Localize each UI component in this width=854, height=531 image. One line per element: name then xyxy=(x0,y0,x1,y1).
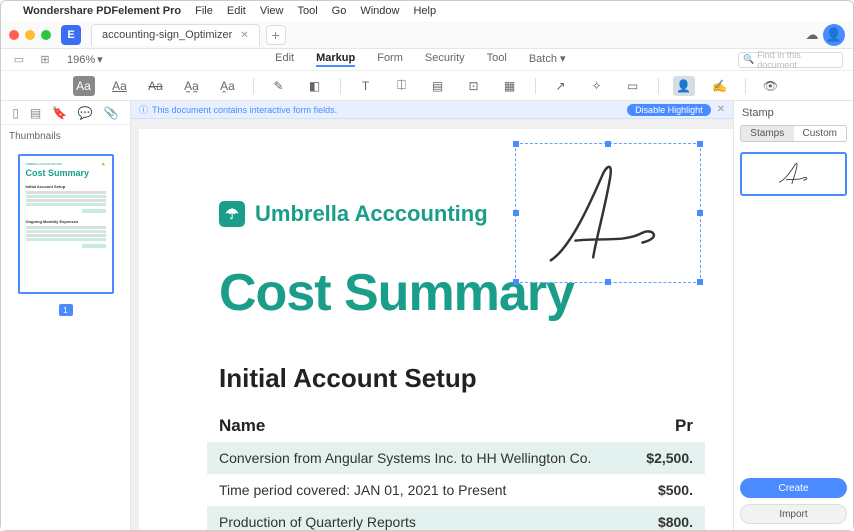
document-tab[interactable]: accounting-sign_Optimizer ✕ xyxy=(91,24,260,46)
signature-tool-icon[interactable]: ✍ xyxy=(709,76,731,96)
text-squiggly-icon[interactable]: A̰a̰ xyxy=(181,76,203,96)
shapes-tool-icon[interactable]: ▭ xyxy=(622,76,644,96)
add-tab-button[interactable]: + xyxy=(266,25,286,45)
annotations-panel-icon[interactable]: 💬 xyxy=(78,106,93,120)
search-input[interactable]: 🔍 Find in this document xyxy=(738,52,843,68)
tab-stamps[interactable]: Stamps xyxy=(741,126,794,141)
hide-annotations-icon[interactable]: 👁 xyxy=(760,76,782,96)
mode-markup[interactable]: Markup xyxy=(316,52,355,67)
cloud-icon[interactable]: ☁ xyxy=(801,24,823,46)
text-underline-icon[interactable]: Aa xyxy=(109,76,131,96)
form-fields-banner: ⓘ This document contains interactive for… xyxy=(131,101,733,119)
arrow-tool-icon[interactable]: ↗ xyxy=(550,76,572,96)
sidebar-toggle-icon[interactable]: ▭ xyxy=(11,53,27,66)
bookmark-panel-icon[interactable]: 🔖 xyxy=(52,106,67,120)
col-price: Pr xyxy=(603,416,693,436)
traffic-lights xyxy=(9,30,51,40)
titlebar: E accounting-sign_Optimizer ✕ + ☁ 👤 xyxy=(1,21,853,49)
section-header: Initial Account Setup xyxy=(219,363,693,394)
disable-highlight-button[interactable]: Disable Highlight xyxy=(627,104,711,116)
mode-edit[interactable]: Edit xyxy=(275,52,294,67)
mode-tool[interactable]: Tool xyxy=(487,52,507,67)
menu-file[interactable]: File xyxy=(195,5,213,17)
table-row: Time period covered: JAN 01, 2021 to Pre… xyxy=(207,474,705,506)
grid-view-icon[interactable]: ⊞ xyxy=(37,53,53,66)
menu-tool[interactable]: Tool xyxy=(297,5,317,17)
textbox-tool-icon[interactable]: T xyxy=(355,76,377,96)
tab-custom[interactable]: Custom xyxy=(794,126,847,141)
attachments-panel-icon[interactable]: 📎 xyxy=(104,106,119,120)
create-button[interactable]: Create xyxy=(740,478,847,498)
info-icon: ⓘ xyxy=(139,103,148,116)
search-placeholder: Find in this document xyxy=(757,50,838,70)
mode-batch[interactable]: Batch ▾ xyxy=(529,52,566,67)
panel-title: Stamp xyxy=(734,101,853,125)
outline-panel-icon[interactable]: ▤ xyxy=(30,106,41,120)
document-viewport[interactable]: ⓘ This document contains interactive for… xyxy=(131,101,733,530)
stamp-category-tabs: Stamps Custom xyxy=(740,125,847,142)
search-icon: 🔍 xyxy=(743,54,754,65)
mode-form[interactable]: Form xyxy=(377,52,403,67)
macos-menubar: Wondershare PDFelement Pro File Edit Vie… xyxy=(1,1,853,21)
user-avatar-icon[interactable]: 👤 xyxy=(823,24,845,46)
left-sidebar: ▯ ▤ 🔖 💬 📎 Thumbnails UMBRELLA ACCOUNTING… xyxy=(1,101,131,530)
toolbar-markup: Aa Aa Aa A̰a̰ A̭a ✎ ◧ T ⎅ ▤ ⊡ ▦ ↗ ✧ ▭ 👤 … xyxy=(1,71,853,101)
toolbar-primary: ▭ ⊞ 196% ▾ Edit Markup Form Security Too… xyxy=(1,49,853,71)
text-caret-icon[interactable]: A̭a xyxy=(217,76,239,96)
pencil-tool-icon[interactable]: ✎ xyxy=(268,76,290,96)
signature-glyph-icon xyxy=(516,144,700,282)
brand-text: Umbrella Acccounting xyxy=(255,201,488,227)
chevron-down-icon: ▾ xyxy=(97,53,103,66)
col-name: Name xyxy=(219,416,603,436)
tab-close-icon[interactable]: ✕ xyxy=(240,30,248,41)
signature-preview-icon xyxy=(763,162,825,186)
page-thumbnail[interactable]: UMBRELLA ACCOUNTING✍ Cost Summary Initia… xyxy=(18,154,114,294)
eraser-tool-icon[interactable]: ◧ xyxy=(304,76,326,96)
table-header: Name Pr xyxy=(219,410,693,442)
zoom-value: 196% xyxy=(67,54,95,66)
callout-tool-icon[interactable]: ⎅ xyxy=(391,76,413,96)
menu-view[interactable]: View xyxy=(260,5,284,17)
menu-edit[interactable]: Edit xyxy=(227,5,246,17)
mode-security[interactable]: Security xyxy=(425,52,465,67)
signature-stamp-selection[interactable] xyxy=(515,143,701,283)
zoom-control[interactable]: 196% ▾ xyxy=(67,53,103,66)
minimize-window-button[interactable] xyxy=(25,30,35,40)
menu-go[interactable]: Go xyxy=(332,5,347,17)
right-sidebar: Stamp Stamps Custom Create Import xyxy=(733,101,853,530)
close-window-button[interactable] xyxy=(9,30,19,40)
stamp-tool-icon[interactable]: 👤 xyxy=(673,76,695,96)
text-callout-icon[interactable]: ⊡ xyxy=(463,76,485,96)
umbrella-icon: ☂ xyxy=(219,201,245,227)
page-number-badge: 1 xyxy=(59,304,73,316)
stamp-preview[interactable] xyxy=(740,152,847,196)
area-highlight-icon[interactable]: ▦ xyxy=(499,76,521,96)
table-row: Conversion from Angular Systems Inc. to … xyxy=(207,442,705,474)
maximize-window-button[interactable] xyxy=(41,30,51,40)
menu-help[interactable]: Help xyxy=(413,5,436,17)
tab-title: accounting-sign_Optimizer xyxy=(102,29,232,41)
menu-window[interactable]: Window xyxy=(360,5,399,17)
banner-close-icon[interactable]: ✕ xyxy=(717,104,725,115)
main-area: ▯ ▤ 🔖 💬 📎 Thumbnails UMBRELLA ACCOUNTING… xyxy=(1,101,853,530)
note-tool-icon[interactable]: ▤ xyxy=(427,76,449,96)
banner-text: This document contains interactive form … xyxy=(152,105,337,115)
app-name[interactable]: Wondershare PDFelement Pro xyxy=(23,5,181,17)
text-strikethrough-icon[interactable]: Aa xyxy=(145,76,167,96)
app-logo-icon: E xyxy=(61,25,81,45)
import-button[interactable]: Import xyxy=(740,504,847,524)
highlight-tool-icon[interactable]: Aa xyxy=(73,76,95,96)
thumbnails-label: Thumbnails xyxy=(1,125,130,148)
pin-tool-icon[interactable]: ✧ xyxy=(586,76,608,96)
table-row: Production of Quarterly Reports $800. xyxy=(207,506,705,530)
thumbnails-panel-icon[interactable]: ▯ xyxy=(12,106,19,120)
